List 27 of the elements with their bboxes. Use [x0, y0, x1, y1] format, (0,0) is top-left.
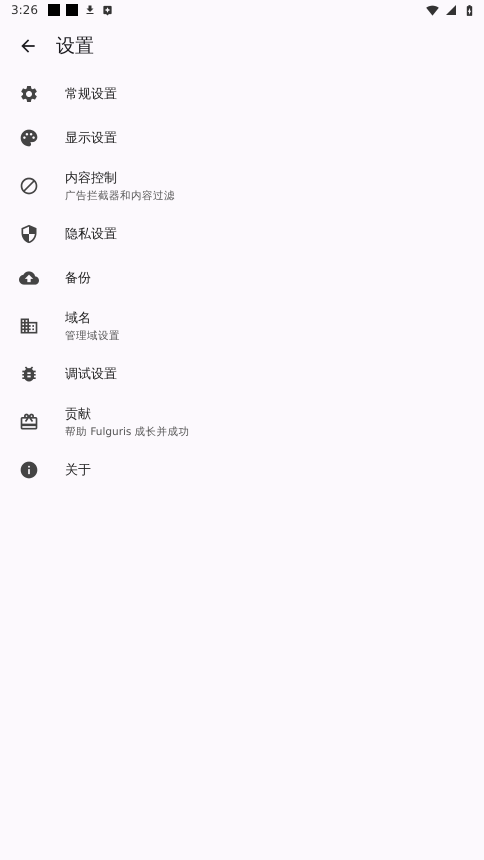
info-icon	[19, 460, 39, 480]
block-icon	[19, 176, 39, 196]
notification-icon	[66, 4, 78, 16]
notification-icon	[102, 4, 113, 16]
notification-icon	[48, 4, 60, 16]
setting-subtitle: 帮助 Fulguris 成长并成功	[65, 425, 190, 439]
settings-icon	[19, 84, 39, 104]
setting-subtitle: 广告拦截器和内容过滤	[65, 189, 175, 203]
shield-icon	[19, 224, 39, 244]
signal-icon	[445, 4, 457, 16]
setting-title[interactable]: 显示设置	[65, 129, 117, 147]
gift-card-icon	[19, 412, 39, 432]
setting-title[interactable]: 调试设置	[65, 365, 117, 383]
setting-title[interactable]: 内容控制	[65, 169, 175, 187]
palette-icon	[19, 128, 39, 148]
setting-title[interactable]: 关于	[65, 461, 91, 479]
setting-title[interactable]: 隐私设置	[65, 225, 117, 243]
wifi-icon	[426, 4, 439, 16]
download-icon	[84, 4, 96, 16]
page-title: 设置	[56, 34, 94, 59]
setting-subtitle: 管理域设置	[65, 329, 120, 343]
setting-title[interactable]: 域名	[65, 309, 120, 327]
setting-title[interactable]: 贡献	[65, 405, 190, 423]
building-icon	[19, 316, 39, 336]
status-time: 3:26	[11, 3, 38, 17]
setting-title[interactable]: 备份	[65, 269, 91, 287]
setting-title[interactable]: 常规设置	[65, 85, 117, 103]
